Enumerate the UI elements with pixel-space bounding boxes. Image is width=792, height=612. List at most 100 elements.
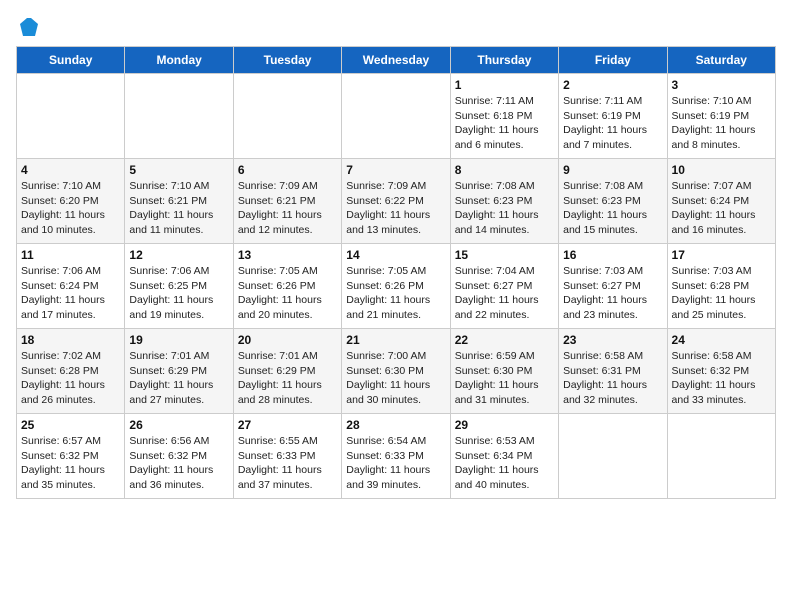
day-info: Sunrise: 7:08 AM Sunset: 6:23 PM Dayligh…: [563, 179, 662, 238]
day-info: Sunrise: 7:00 AM Sunset: 6:30 PM Dayligh…: [346, 349, 445, 408]
page-header: [16, 16, 776, 38]
day-info: Sunrise: 6:57 AM Sunset: 6:32 PM Dayligh…: [21, 434, 120, 493]
day-number: 21: [346, 333, 445, 347]
calendar-cell: 15 Sunrise: 7:04 AM Sunset: 6:27 PM Dayli…: [450, 244, 558, 329]
calendar-cell: 3 Sunrise: 7:10 AM Sunset: 6:19 PM Daylig…: [667, 74, 775, 159]
day-number: 20: [238, 333, 337, 347]
day-of-week-header: Thursday: [450, 47, 558, 74]
calendar-cell: 13 Sunrise: 7:05 AM Sunset: 6:26 PM Dayli…: [233, 244, 341, 329]
calendar-cell: 17 Sunrise: 7:03 AM Sunset: 6:28 PM Dayli…: [667, 244, 775, 329]
calendar-cell: 20 Sunrise: 7:01 AM Sunset: 6:29 PM Dayli…: [233, 329, 341, 414]
day-info: Sunrise: 6:58 AM Sunset: 6:31 PM Dayligh…: [563, 349, 662, 408]
day-info: Sunrise: 7:10 AM Sunset: 6:21 PM Dayligh…: [129, 179, 228, 238]
calendar-cell: 12Sunrise: 7:06 AM Sunset: 6:25 PM Dayli…: [125, 244, 233, 329]
day-number: 14: [346, 248, 445, 262]
day-of-week-header: Wednesday: [342, 47, 450, 74]
day-number: 2: [563, 78, 662, 92]
calendar-cell: 4 Sunrise: 7:10 AM Sunset: 6:20 PM Daylig…: [17, 159, 125, 244]
day-number: 8: [455, 163, 554, 177]
calendar-cell: 29 Sunrise: 6:53 AM Sunset: 6:34 PM Dayli…: [450, 414, 558, 499]
day-info: Sunrise: 7:03 AM Sunset: 6:28 PM Dayligh…: [672, 264, 771, 323]
calendar-cell: [342, 74, 450, 159]
day-number: 26: [129, 418, 228, 432]
calendar-cell: 5 Sunrise: 7:10 AM Sunset: 6:21 PM Daylig…: [125, 159, 233, 244]
calendar-cell: 11 Sunrise: 7:06 AM Sunset: 6:24 PM Dayli…: [17, 244, 125, 329]
day-number: 15: [455, 248, 554, 262]
calendar-cell: 8 Sunrise: 7:08 AM Sunset: 6:23 PM Daylig…: [450, 159, 558, 244]
calendar-cell: 23Sunrise: 6:58 AM Sunset: 6:31 PM Dayli…: [559, 329, 667, 414]
day-number: 29: [455, 418, 554, 432]
day-info: Sunrise: 6:56 AM Sunset: 6:32 PM Dayligh…: [129, 434, 228, 493]
day-number: 10: [672, 163, 771, 177]
day-number: 12: [129, 248, 228, 262]
day-number: 13: [238, 248, 337, 262]
calendar-cell: 10 Sunrise: 7:07 AM Sunset: 6:24 PM Dayli…: [667, 159, 775, 244]
day-info: Sunrise: 7:07 AM Sunset: 6:24 PM Dayligh…: [672, 179, 771, 238]
day-info: Sunrise: 7:09 AM Sunset: 6:22 PM Dayligh…: [346, 179, 445, 238]
calendar-cell: 1 Sunrise: 7:11 AM Sunset: 6:18 PM Daylig…: [450, 74, 558, 159]
day-number: 28: [346, 418, 445, 432]
day-info: Sunrise: 7:10 AM Sunset: 6:19 PM Dayligh…: [672, 94, 771, 153]
day-of-week-header: Tuesday: [233, 47, 341, 74]
day-number: 5: [129, 163, 228, 177]
calendar-cell: 14 Sunrise: 7:05 AM Sunset: 6:26 PM Dayli…: [342, 244, 450, 329]
day-info: Sunrise: 7:05 AM Sunset: 6:26 PM Dayligh…: [346, 264, 445, 323]
calendar-cell: 19Sunrise: 7:01 AM Sunset: 6:29 PM Dayli…: [125, 329, 233, 414]
day-info: Sunrise: 7:02 AM Sunset: 6:28 PM Dayligh…: [21, 349, 120, 408]
calendar-cell: [667, 414, 775, 499]
day-info: Sunrise: 7:10 AM Sunset: 6:20 PM Dayligh…: [21, 179, 120, 238]
day-info: Sunrise: 6:58 AM Sunset: 6:32 PM Dayligh…: [672, 349, 771, 408]
calendar-cell: [233, 74, 341, 159]
day-number: 22: [455, 333, 554, 347]
day-number: 4: [21, 163, 120, 177]
day-info: Sunrise: 7:03 AM Sunset: 6:27 PM Dayligh…: [563, 264, 662, 323]
day-number: 25: [21, 418, 120, 432]
day-info: Sunrise: 7:05 AM Sunset: 6:26 PM Dayligh…: [238, 264, 337, 323]
day-info: Sunrise: 6:59 AM Sunset: 6:30 PM Dayligh…: [455, 349, 554, 408]
day-number: 17: [672, 248, 771, 262]
logo: [16, 16, 40, 38]
logo-icon: [18, 16, 40, 38]
day-number: 7: [346, 163, 445, 177]
day-info: Sunrise: 7:08 AM Sunset: 6:23 PM Dayligh…: [455, 179, 554, 238]
day-info: Sunrise: 7:11 AM Sunset: 6:18 PM Dayligh…: [455, 94, 554, 153]
day-info: Sunrise: 7:09 AM Sunset: 6:21 PM Dayligh…: [238, 179, 337, 238]
day-number: 3: [672, 78, 771, 92]
day-number: 27: [238, 418, 337, 432]
day-info: Sunrise: 7:01 AM Sunset: 6:29 PM Dayligh…: [238, 349, 337, 408]
day-info: Sunrise: 6:53 AM Sunset: 6:34 PM Dayligh…: [455, 434, 554, 493]
day-number: 24: [672, 333, 771, 347]
day-number: 18: [21, 333, 120, 347]
calendar-cell: 26 Sunrise: 6:56 AM Sunset: 6:32 PM Dayli…: [125, 414, 233, 499]
calendar-cell: 9 Sunrise: 7:08 AM Sunset: 6:23 PM Daylig…: [559, 159, 667, 244]
calendar-cell: 27 Sunrise: 6:55 AM Sunset: 6:33 PM Dayli…: [233, 414, 341, 499]
calendar-cell: 25 Sunrise: 6:57 AM Sunset: 6:32 PM Dayli…: [17, 414, 125, 499]
calendar-cell: 28 Sunrise: 6:54 AM Sunset: 6:33 PM Dayli…: [342, 414, 450, 499]
calendar-cell: 22 Sunrise: 6:59 AM Sunset: 6:30 PM Dayli…: [450, 329, 558, 414]
day-info: Sunrise: 7:04 AM Sunset: 6:27 PM Dayligh…: [455, 264, 554, 323]
calendar-table: SundayMondayTuesdayWednesdayThursdayFrid…: [16, 46, 776, 499]
day-number: 16: [563, 248, 662, 262]
day-number: 6: [238, 163, 337, 177]
calendar-cell: 16 Sunrise: 7:03 AM Sunset: 6:27 PM Dayli…: [559, 244, 667, 329]
day-number: 1: [455, 78, 554, 92]
calendar-cell: 2 Sunrise: 7:11 AM Sunset: 6:19 PM Daylig…: [559, 74, 667, 159]
day-number: 11: [21, 248, 120, 262]
day-number: 19: [129, 333, 228, 347]
day-info: Sunrise: 6:55 AM Sunset: 6:33 PM Dayligh…: [238, 434, 337, 493]
calendar-cell: 7 Sunrise: 7:09 AM Sunset: 6:22 PM Daylig…: [342, 159, 450, 244]
calendar-cell: 21 Sunrise: 7:00 AM Sunset: 6:30 PM Dayli…: [342, 329, 450, 414]
calendar-cell: [17, 74, 125, 159]
day-info: Sunrise: 7:06 AM Sunset: 6:24 PM Dayligh…: [21, 264, 120, 323]
day-of-week-header: Saturday: [667, 47, 775, 74]
day-info: Sunrise: 7:11 AM Sunset: 6:19 PM Dayligh…: [563, 94, 662, 153]
day-info: Sunrise: 6:54 AM Sunset: 6:33 PM Dayligh…: [346, 434, 445, 493]
calendar-cell: 24 Sunrise: 6:58 AM Sunset: 6:32 PM Dayli…: [667, 329, 775, 414]
calendar-cell: [125, 74, 233, 159]
day-number: 9: [563, 163, 662, 177]
calendar-cell: 6 Sunrise: 7:09 AM Sunset: 6:21 PM Daylig…: [233, 159, 341, 244]
calendar-cell: [559, 414, 667, 499]
day-of-week-header: Sunday: [17, 47, 125, 74]
calendar-cell: 18 Sunrise: 7:02 AM Sunset: 6:28 PM Dayli…: [17, 329, 125, 414]
day-of-week-header: Friday: [559, 47, 667, 74]
